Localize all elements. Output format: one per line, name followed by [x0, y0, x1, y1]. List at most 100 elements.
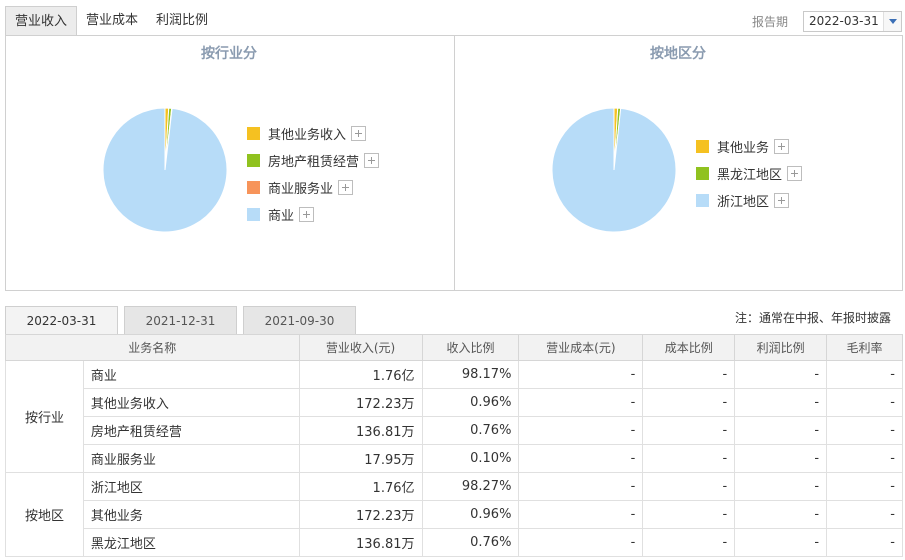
col-header: 营业收入(元) [298, 334, 423, 361]
table-cell: 98.17% [421, 360, 520, 389]
business-name-cell: 商业 [82, 360, 300, 389]
legend-label: 房地产租赁经营 [268, 155, 360, 170]
region-pie-chart [551, 107, 677, 233]
legend-swatch [247, 181, 260, 194]
table-cell: - [826, 388, 903, 417]
period-label: 报告期 [752, 15, 789, 29]
col-header: 业务名称 [5, 334, 300, 361]
date-tab-2021-12-31[interactable]: 2021-12-31 [124, 306, 237, 334]
period-select[interactable]: 2022-03-31 [803, 11, 902, 32]
table-cell: - [734, 528, 828, 557]
period-value: 2022-03-31 [809, 14, 879, 28]
legend-swatch [696, 167, 709, 180]
business-name-cell: 浙江地区 [82, 472, 300, 501]
table-cell: - [518, 500, 644, 529]
table-cell: - [518, 416, 644, 445]
legend-item: 其他业务 [696, 133, 802, 160]
pie-slice[interactable] [551, 107, 677, 233]
table-cell: 0.76% [421, 416, 520, 445]
col-header: 毛利率 [826, 334, 903, 361]
business-name-cell: 其他业务 [82, 500, 300, 529]
table-cell: - [734, 388, 828, 417]
tab-profit-ratio[interactable]: 利润比例 [147, 6, 217, 35]
table-cell: - [734, 416, 828, 445]
chart-divider [454, 36, 455, 290]
industry-chart-title: 按行业分 [201, 46, 257, 62]
table-cell: - [642, 528, 736, 557]
table-row: 其他业务收入 172.23万 0.96% - - - - [6, 388, 903, 417]
date-tab-2021-09-30[interactable]: 2021-09-30 [243, 306, 356, 334]
table-cell: 0.96% [421, 500, 520, 529]
table-cell: - [734, 500, 828, 529]
col-header: 利润比例 [734, 334, 828, 361]
table-row: 其他业务 172.23万 0.96% - - - - [6, 500, 903, 529]
table-cell: - [734, 360, 828, 389]
legend-item: 商业服务业 [247, 174, 379, 201]
legend-label: 商业 [268, 209, 295, 224]
pie-slice[interactable] [102, 107, 228, 233]
business-name-cell: 其他业务收入 [82, 388, 300, 417]
table-cell: - [826, 360, 903, 389]
table-cell: - [642, 388, 736, 417]
table-row: 按地区 浙江地区 1.76亿 98.27% - - - - [5, 472, 903, 557]
expand-plus-icon[interactable] [364, 153, 380, 168]
col-header: 营业成本(元) [518, 334, 644, 361]
table-cell: 98.27% [421, 472, 520, 501]
legend-item: 黑龙江地区 [696, 160, 803, 187]
tab-revenue[interactable]: 营业收入 [5, 6, 78, 35]
table-cell: - [826, 528, 903, 557]
table-cell: - [734, 444, 828, 473]
legend-swatch [247, 154, 260, 167]
legend-label: 其他业务 [717, 141, 770, 156]
table-cell: - [826, 500, 903, 529]
col-header: 成本比例 [642, 334, 736, 361]
revenue-tabs: 营业收入 营业成本 利润比例 [5, 6, 217, 35]
chart-panels: 按行业分 其他业务收入 房地产租赁经营 商业服务业 商业 按地区分 其他业务 黑… [5, 35, 903, 291]
table-cell: 136.81万 [298, 528, 423, 557]
table-cell: - [518, 388, 644, 417]
table-cell: - [826, 444, 903, 473]
group-label: 按行业 [5, 360, 84, 473]
expand-plus-icon[interactable] [338, 180, 354, 195]
legend-swatch [247, 208, 260, 221]
table-cell: - [642, 360, 736, 389]
table-cell: 1.76亿 [298, 360, 423, 389]
expand-plus-icon[interactable] [299, 207, 315, 222]
legend-swatch [696, 140, 709, 153]
legend-label: 其他业务收入 [268, 128, 347, 143]
table-cell: 0.76% [421, 528, 520, 557]
table-cell: - [642, 444, 736, 473]
group-label: 按地区 [5, 472, 84, 557]
legend-label: 浙江地区 [717, 195, 770, 210]
table-cell: 0.10% [421, 444, 520, 473]
table-cell: 17.95万 [298, 444, 423, 473]
expand-plus-icon[interactable] [787, 166, 803, 181]
business-name-cell: 房地产租赁经营 [82, 416, 300, 445]
disclosure-note: 注：通常在中报、年报时披露 [734, 311, 891, 325]
date-tab-2022-03-31[interactable]: 2022-03-31 [5, 306, 118, 334]
legend-label: 黑龙江地区 [717, 168, 783, 183]
business-name-cell: 黑龙江地区 [82, 528, 300, 557]
table-cell: 172.23万 [298, 388, 423, 417]
table-cell: - [518, 444, 644, 473]
legend-item: 商业 [247, 201, 379, 228]
expand-plus-icon[interactable] [774, 193, 790, 208]
legend-label: 商业服务业 [268, 182, 334, 197]
table-cell: 0.96% [421, 388, 520, 417]
table-header-row: 业务名称 营业收入(元) 收入比例 营业成本(元) 成本比例 利润比例 毛利率 [5, 334, 903, 361]
table-cell: - [642, 472, 736, 501]
expand-plus-icon[interactable] [351, 126, 367, 141]
table-row: 按行业 商业 1.76亿 98.17% - - - - [5, 360, 903, 473]
legend-item: 其他业务收入 [247, 120, 379, 147]
table-cell: - [642, 416, 736, 445]
table-cell: - [826, 472, 903, 501]
expand-plus-icon[interactable] [774, 139, 790, 154]
table-cell: - [518, 472, 644, 501]
dropdown-arrow-icon[interactable] [883, 12, 901, 31]
region-chart-title: 按地区分 [650, 46, 706, 62]
legend-swatch [247, 127, 260, 140]
table-row: 黑龙江地区 136.81万 0.76% - - - - [6, 528, 903, 557]
industry-legend: 其他业务收入 房地产租赁经营 商业服务业 商业 [247, 120, 380, 228]
tab-cost[interactable]: 营业成本 [77, 6, 147, 35]
legend-swatch [696, 194, 709, 207]
